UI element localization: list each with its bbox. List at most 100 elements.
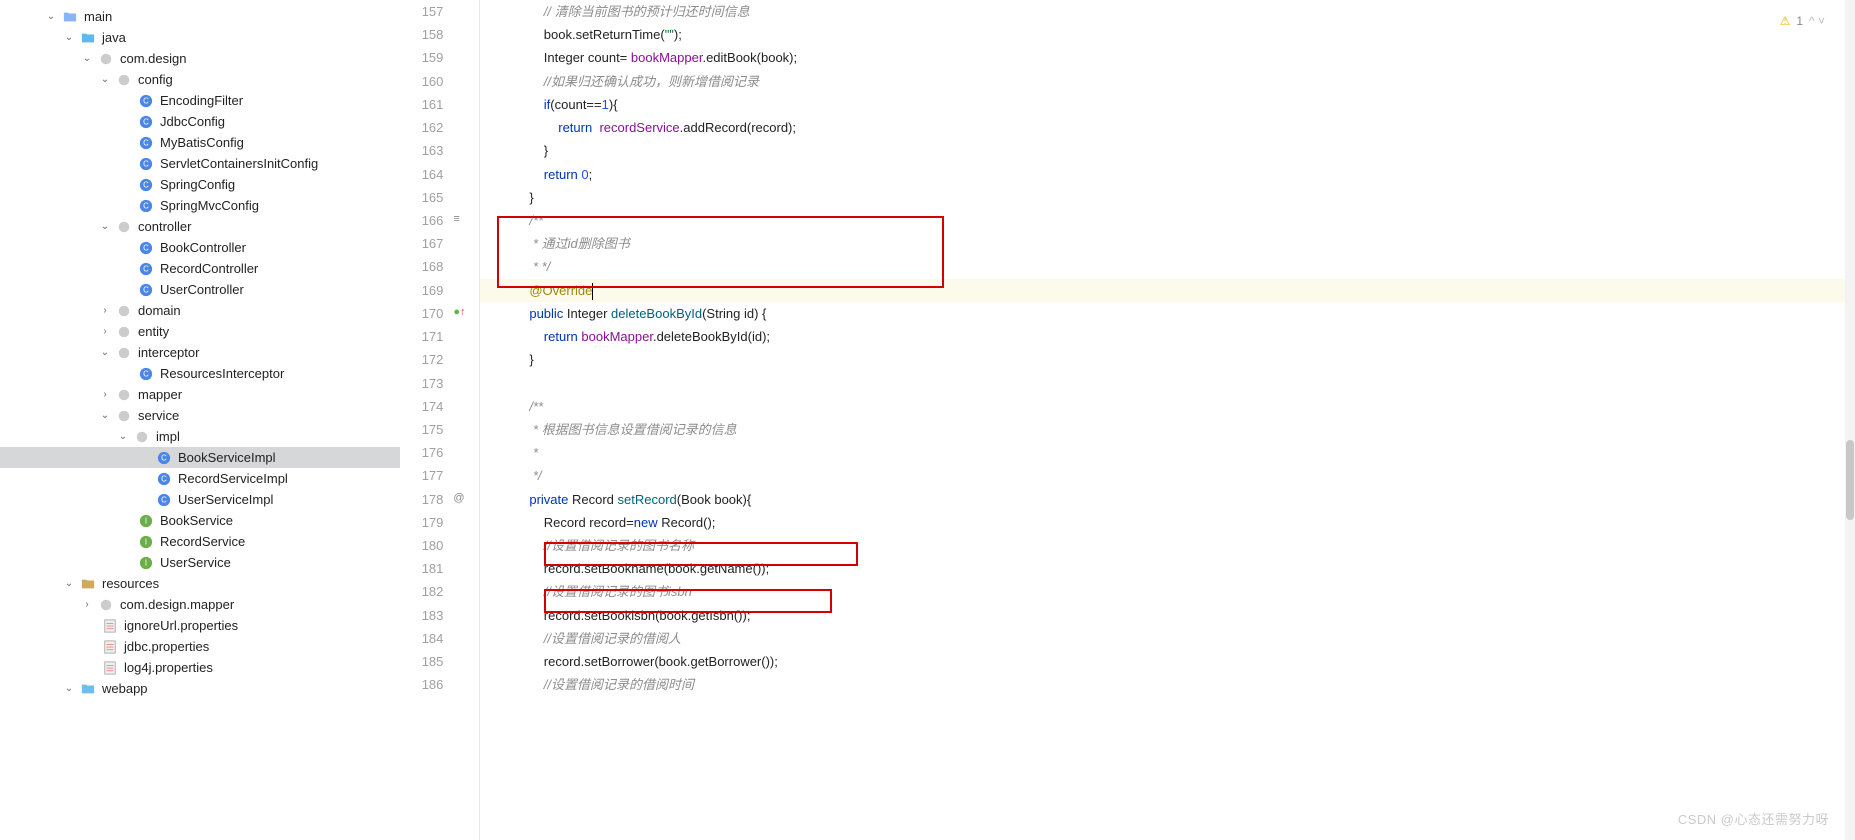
- tree-class[interactable]: CSpringConfig: [0, 174, 400, 195]
- tree-label: SpringConfig: [158, 177, 235, 192]
- tree-label: main: [82, 9, 112, 24]
- tree-folder-main[interactable]: ⌄ main: [0, 6, 400, 27]
- svg-text:C: C: [143, 264, 149, 273]
- code-line-177[interactable]: */: [480, 464, 1855, 487]
- code-line-182[interactable]: //设置借阅记录的图书isbn: [480, 580, 1855, 603]
- tree-interface[interactable]: IUserService: [0, 552, 400, 573]
- tree-class[interactable]: CRecordServiceImpl: [0, 468, 400, 489]
- chevron-right-icon: ›: [98, 389, 112, 400]
- code-line-166[interactable]: /**: [480, 209, 1855, 232]
- tree-label: SpringMvcConfig: [158, 198, 259, 213]
- chevron-right-icon: ›: [98, 326, 112, 337]
- code-line-159[interactable]: Integer count= bookMapper.editBook(book)…: [480, 46, 1855, 69]
- code-line-170[interactable]: public Integer deleteBookById(String id)…: [480, 302, 1855, 325]
- code-line-167[interactable]: * 通过id删除图书: [480, 232, 1855, 255]
- code-line-180[interactable]: //设置借阅记录的图书名称: [480, 534, 1855, 557]
- class-icon: C: [156, 471, 172, 487]
- tree-class[interactable]: CSpringMvcConfig: [0, 195, 400, 216]
- interface-icon: I: [138, 534, 154, 550]
- code-line-169[interactable]: @Override: [480, 279, 1855, 302]
- tree-label: RecordController: [158, 261, 258, 276]
- code-line-176[interactable]: *: [480, 441, 1855, 464]
- project-tree[interactable]: ⌄ main ⌄ java ⌄ com.design ⌄ config CEnc…: [0, 0, 400, 840]
- tree-package-entity[interactable]: › entity: [0, 321, 400, 342]
- code-line-173[interactable]: [480, 372, 1855, 395]
- tree-class[interactable]: CUserController: [0, 279, 400, 300]
- tree-label: RecordService: [158, 534, 245, 549]
- tree-label: UserServiceImpl: [176, 492, 273, 507]
- code-line-183[interactable]: record.setBookisbn(book.getIsbn());: [480, 604, 1855, 627]
- code-line-171[interactable]: return bookMapper.deleteBookById(id);: [480, 325, 1855, 348]
- tree-class[interactable]: CMyBatisConfig: [0, 132, 400, 153]
- web-folder-icon: [80, 681, 96, 697]
- tree-package-config[interactable]: ⌄ config: [0, 69, 400, 90]
- code-line-160[interactable]: //如果归还确认成功，则新增借阅记录: [480, 70, 1855, 93]
- properties-icon: [102, 639, 118, 655]
- tree-prop-file[interactable]: log4j.properties: [0, 657, 400, 678]
- tree-class[interactable]: CResourcesInterceptor: [0, 363, 400, 384]
- code-line-175[interactable]: * 根据图书信息设置借阅记录的信息: [480, 418, 1855, 441]
- tree-label: impl: [154, 429, 180, 444]
- code-line-165[interactable]: }: [480, 186, 1855, 209]
- tree-class[interactable]: CBookController: [0, 237, 400, 258]
- code-line-164[interactable]: return 0;: [480, 163, 1855, 186]
- editor-gutter[interactable]: 1571581591601611621631641651661671681691…: [400, 0, 480, 840]
- tree-package-mapper[interactable]: › mapper: [0, 384, 400, 405]
- inspection-status[interactable]: ⚠ 1 ^ ˅: [1780, 14, 1825, 28]
- tree-class[interactable]: CEncodingFilter: [0, 90, 400, 111]
- chevron-down-icon: ⌄: [62, 578, 76, 589]
- code-line-174[interactable]: /**: [480, 395, 1855, 418]
- class-icon: C: [138, 366, 154, 382]
- tree-prop-file[interactable]: ignoreUrl.properties: [0, 615, 400, 636]
- tree-class[interactable]: C UserServiceImpl: [0, 489, 400, 510]
- tree-package-mapper-res[interactable]: › com.design.mapper: [0, 594, 400, 615]
- gutter-mark-icon[interactable]: @: [453, 492, 464, 504]
- code-line-178[interactable]: private Record setRecord(Book book){: [480, 488, 1855, 511]
- tree-package-com-design[interactable]: ⌄ com.design: [0, 48, 400, 69]
- gutter-mark-icon[interactable]: ●↑: [453, 306, 465, 318]
- svg-text:C: C: [161, 495, 167, 504]
- svg-text:C: C: [161, 453, 167, 462]
- tree-class[interactable]: CJdbcConfig: [0, 111, 400, 132]
- watermark: CSDN @心态还需努力呀: [1678, 809, 1829, 828]
- code-editor[interactable]: ⚠ 1 ^ ˅ // 清除当前图书的预计归还时间信息 book.setRetur…: [480, 0, 1855, 840]
- package-icon: [116, 345, 132, 361]
- code-line-162[interactable]: return recordService.addRecord(record);: [480, 116, 1855, 139]
- code-line-186[interactable]: //设置借阅记录的借阅时间: [480, 673, 1855, 696]
- interface-icon: I: [138, 513, 154, 529]
- tree-prop-file[interactable]: jdbc.properties: [0, 636, 400, 657]
- gutter-mark-icon[interactable]: ≡: [453, 213, 459, 225]
- tree-interface[interactable]: I RecordService: [0, 531, 400, 552]
- code-line-168[interactable]: * */: [480, 255, 1855, 278]
- code-line-184[interactable]: //设置借阅记录的借阅人: [480, 627, 1855, 650]
- tree-interface[interactable]: IBookService: [0, 510, 400, 531]
- tree-package-controller[interactable]: ⌄ controller: [0, 216, 400, 237]
- code-line-179[interactable]: Record record=new Record();: [480, 511, 1855, 534]
- vertical-scrollbar[interactable]: [1845, 0, 1855, 840]
- chevron-down-icon: ⌄: [44, 11, 58, 22]
- code-body[interactable]: // 清除当前图书的预计归还时间信息 book.setReturnTime(""…: [480, 0, 1855, 697]
- code-line-172[interactable]: }: [480, 348, 1855, 371]
- code-line-181[interactable]: record.setBookname(book.getName());: [480, 557, 1855, 580]
- scroll-thumb[interactable]: [1846, 440, 1854, 520]
- code-line-163[interactable]: }: [480, 139, 1855, 162]
- tree-class[interactable]: CServletContainersInitConfig: [0, 153, 400, 174]
- tree-class[interactable]: C RecordController: [0, 258, 400, 279]
- tree-package-interceptor[interactable]: ⌄ interceptor: [0, 342, 400, 363]
- tree-folder-java[interactable]: ⌄ java: [0, 27, 400, 48]
- code-line-185[interactable]: record.setBorrower(book.getBorrower());: [480, 650, 1855, 673]
- tree-label: interceptor: [136, 345, 199, 360]
- code-line-161[interactable]: if(count==1){: [480, 93, 1855, 116]
- tree-package-service[interactable]: ⌄ service: [0, 405, 400, 426]
- interface-icon: I: [138, 555, 154, 571]
- tree-package-impl[interactable]: ⌄ impl: [0, 426, 400, 447]
- tree-folder-webapp[interactable]: ⌄ webapp: [0, 678, 400, 699]
- code-line-157[interactable]: // 清除当前图书的预计归还时间信息: [480, 0, 1855, 23]
- tree-folder-resources[interactable]: ⌄ resources: [0, 573, 400, 594]
- resource-folder-icon: [80, 576, 96, 592]
- tree-class-bookserviceimpl[interactable]: CBookServiceImpl: [0, 447, 400, 468]
- code-line-158[interactable]: book.setReturnTime("");: [480, 23, 1855, 46]
- tree-label: mapper: [136, 387, 182, 402]
- tree-label: EncodingFilter: [158, 93, 243, 108]
- tree-package-domain[interactable]: › domain: [0, 300, 400, 321]
